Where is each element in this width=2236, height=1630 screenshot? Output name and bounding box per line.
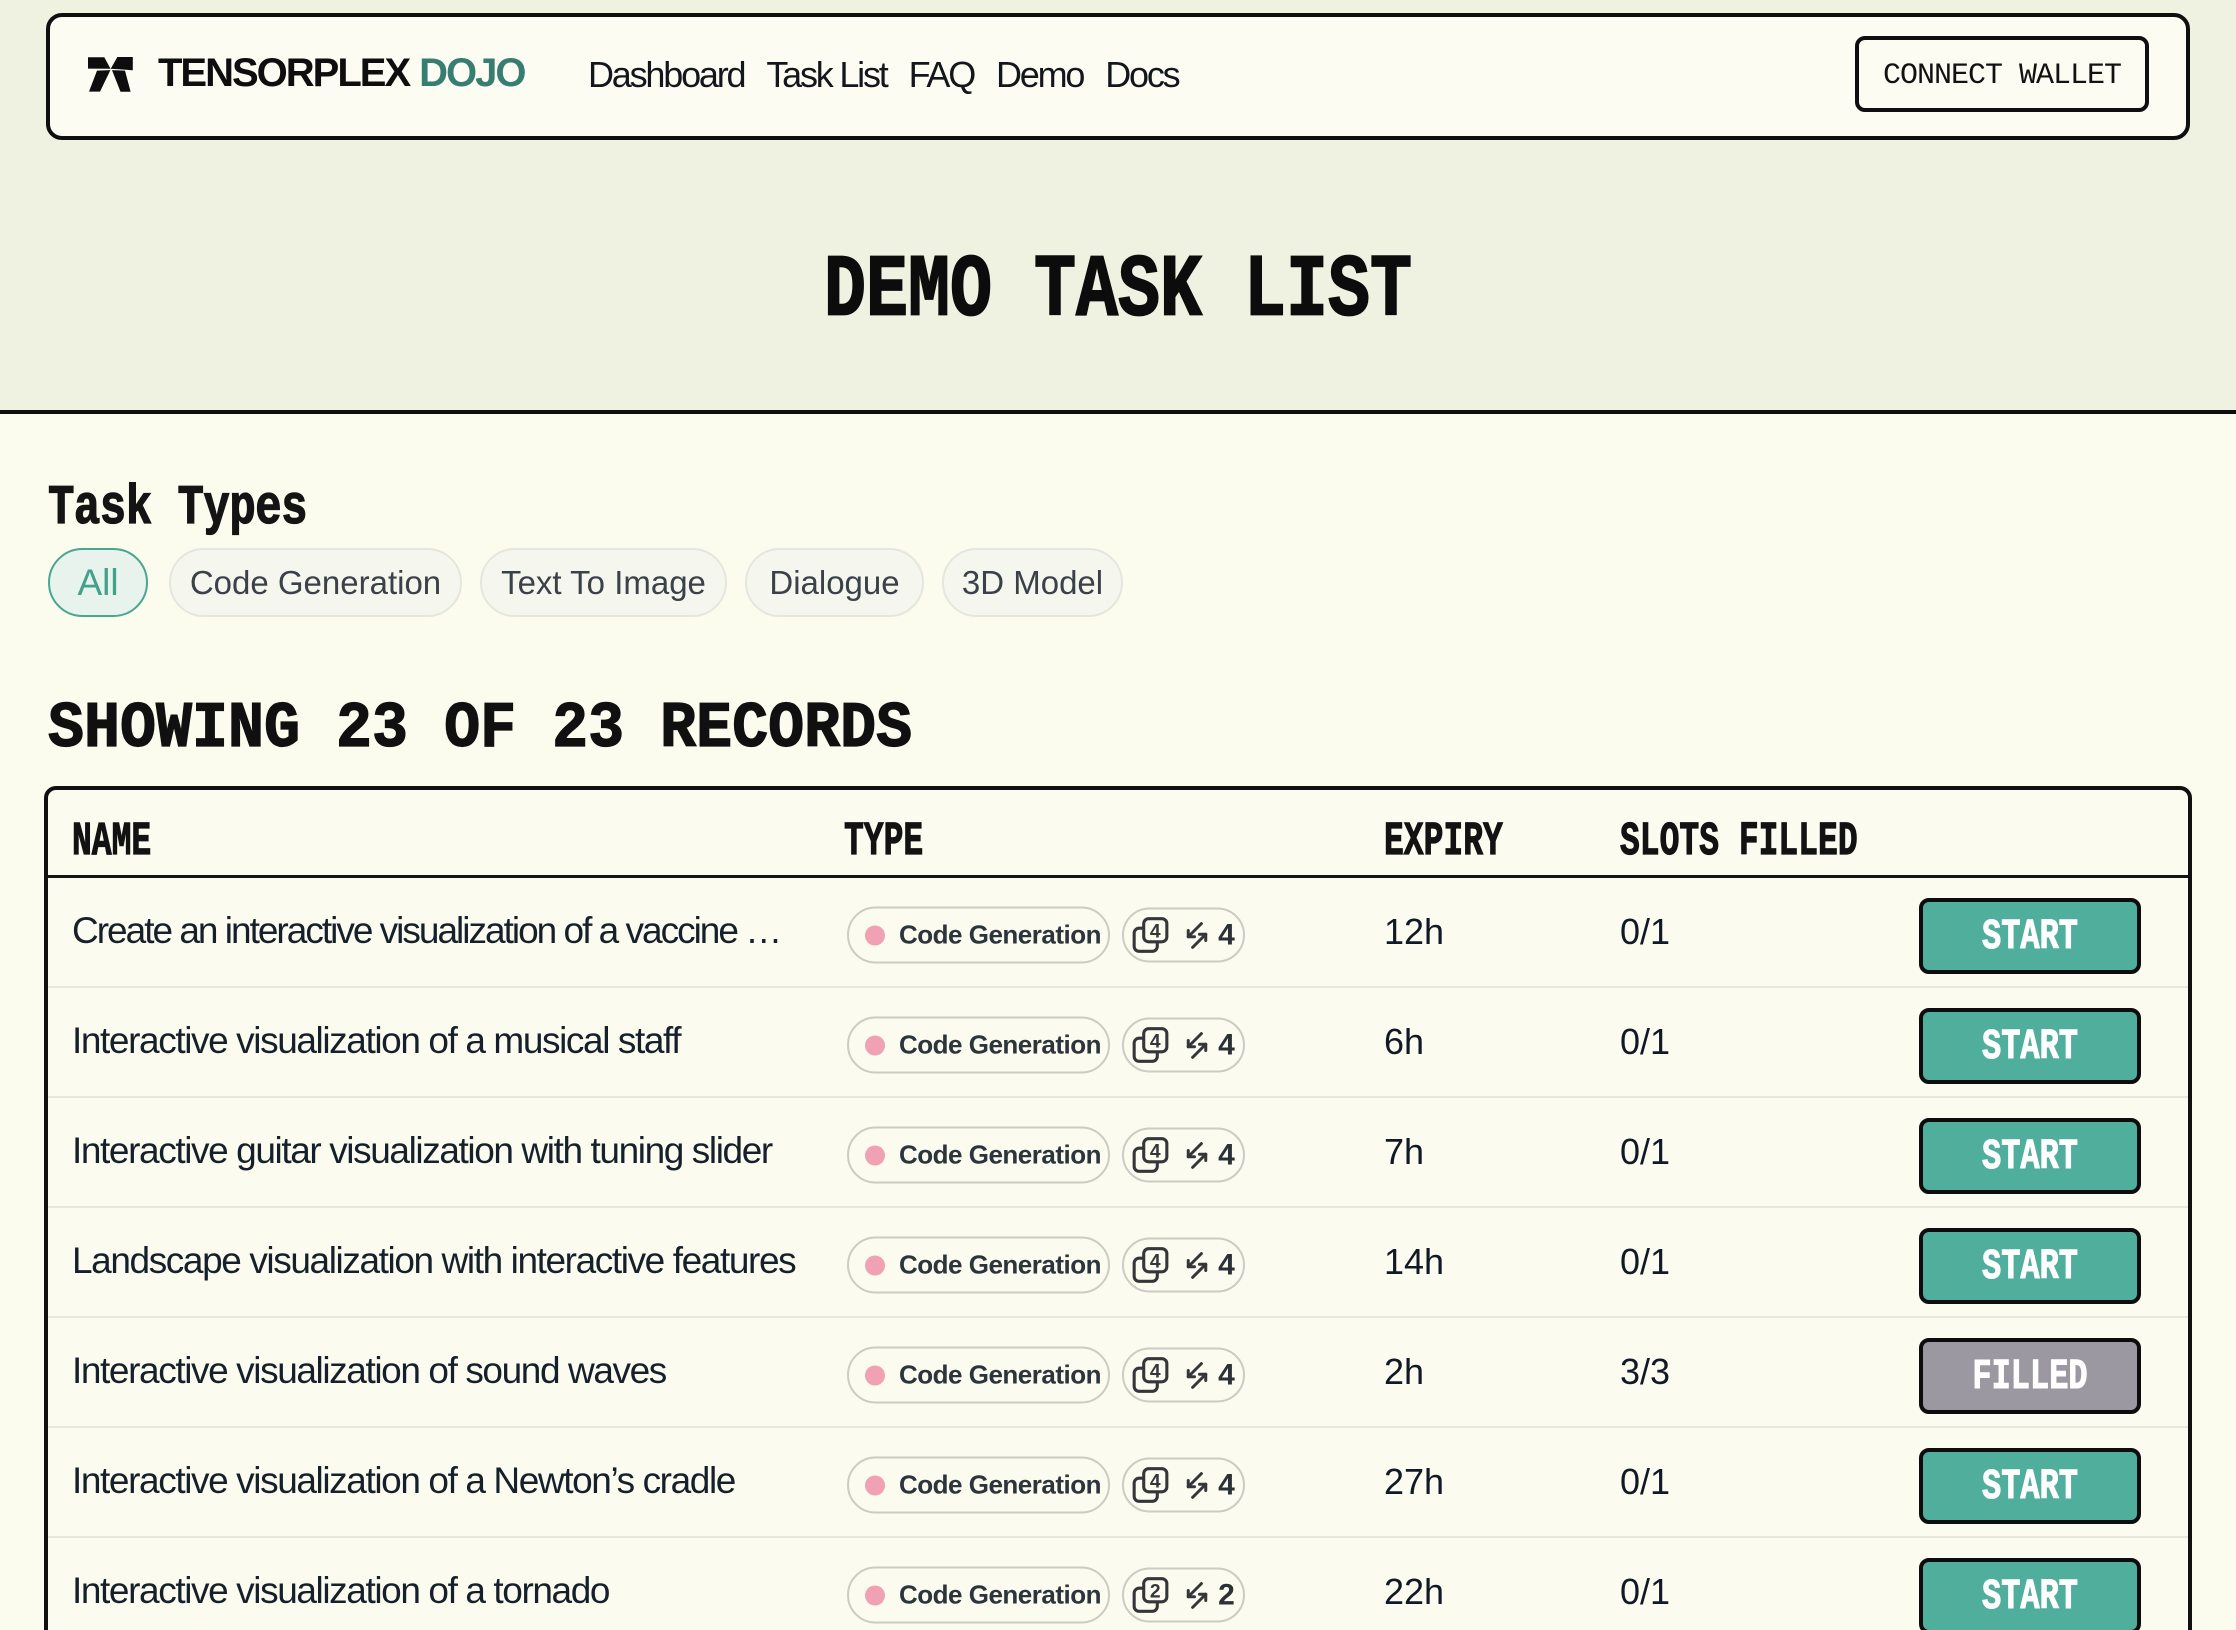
svg-text:4: 4 — [1150, 1031, 1161, 1052]
svg-text:4: 4 — [1150, 1251, 1161, 1272]
svg-text:4: 4 — [1150, 1141, 1161, 1162]
svg-text:4: 4 — [1150, 921, 1161, 942]
svg-text:4: 4 — [1150, 1471, 1161, 1492]
svg-text:4: 4 — [1150, 1361, 1161, 1382]
svg-text:2: 2 — [1150, 1581, 1161, 1602]
